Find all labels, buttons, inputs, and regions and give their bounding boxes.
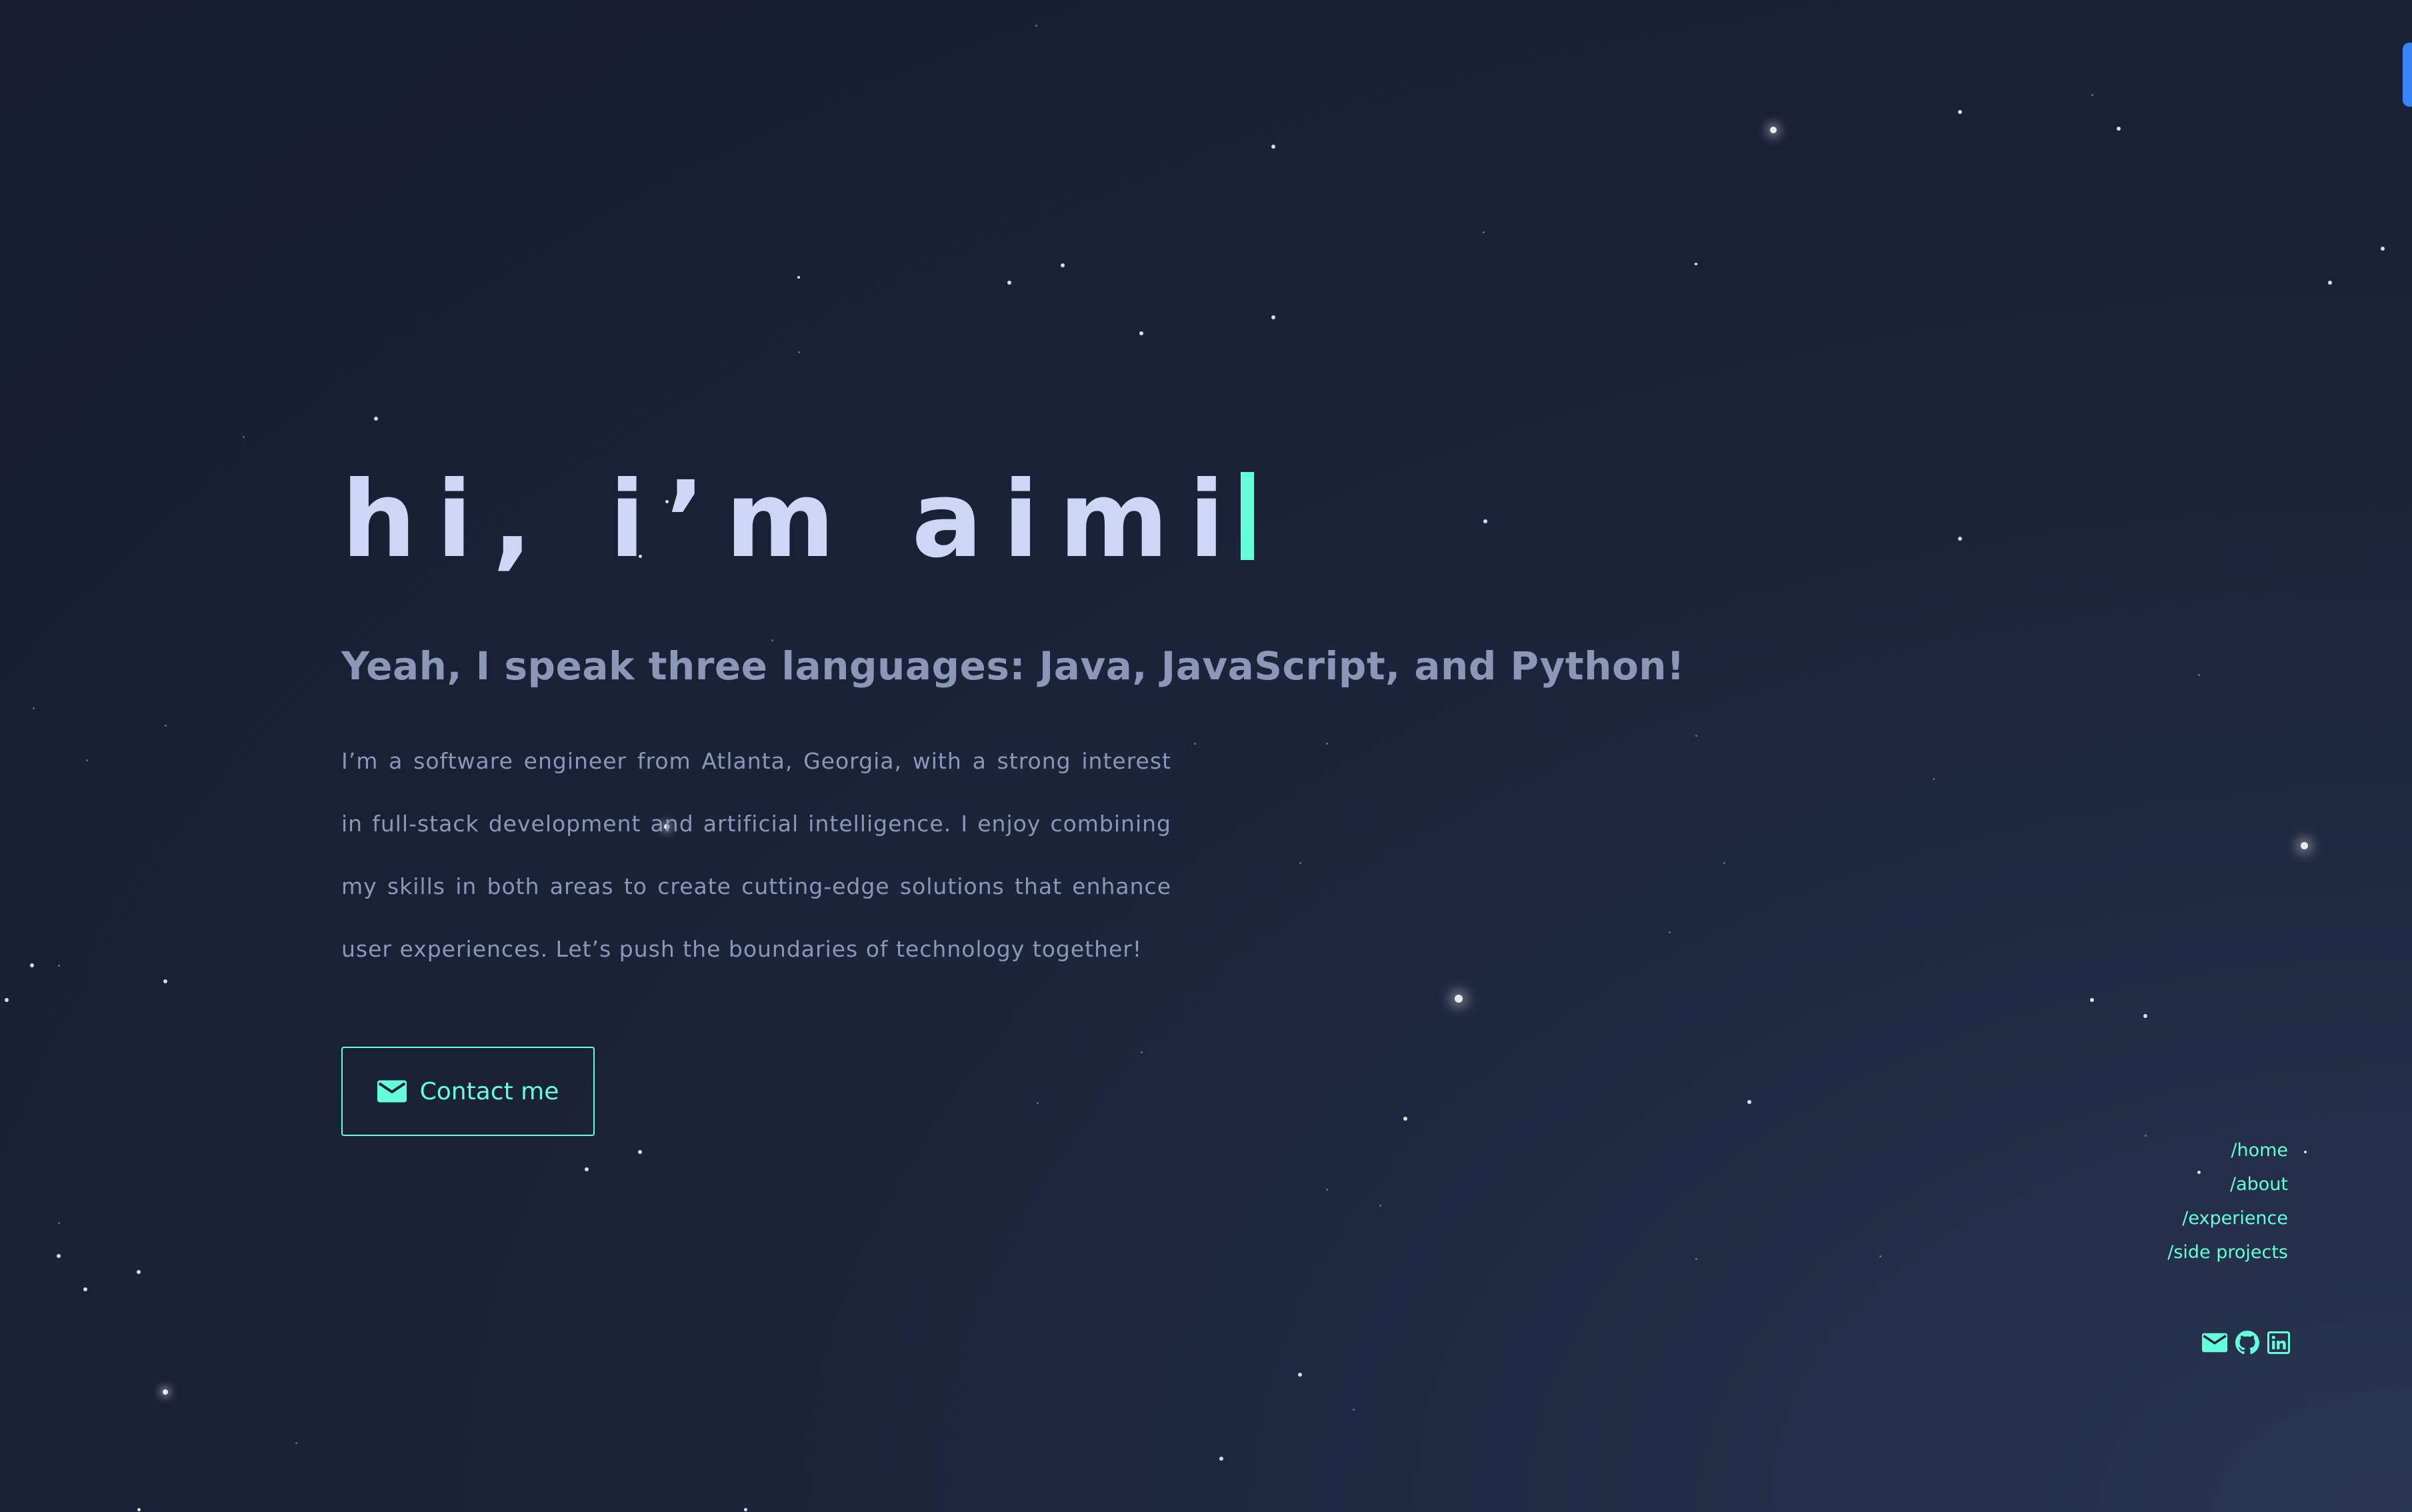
- star-dot: [57, 1254, 61, 1258]
- star-dot: [1770, 127, 1777, 133]
- hero-title-text: hi, i’m aimi: [341, 459, 1245, 581]
- star-dot: [1695, 1257, 1697, 1260]
- star-dot: [1219, 1457, 1223, 1461]
- star-dot: [1193, 742, 1196, 745]
- hero-description: I’m a software engineer from Atlanta, Ge…: [341, 748, 1171, 962]
- star-dot: [2197, 673, 2200, 676]
- star-dot: [1747, 1100, 1751, 1104]
- star-dot: [1271, 315, 1275, 319]
- star-dot: [2381, 247, 2385, 251]
- star-dot: [83, 1287, 87, 1291]
- star-dot: [137, 1507, 141, 1511]
- side-navigation: /home /about /experience /side projects: [2167, 1133, 2288, 1269]
- star-dot: [2143, 1014, 2147, 1018]
- star-dot: [1036, 1101, 1039, 1104]
- hero-subtitle: Yeah, I speak three languages: Java, Jav…: [341, 643, 1685, 689]
- star-dot: [137, 1270, 141, 1274]
- star-dot: [743, 1507, 747, 1511]
- star-dot: [163, 979, 167, 983]
- star-dot: [797, 276, 800, 279]
- star-dot: [1482, 231, 1485, 233]
- nav-link-about[interactable]: /about: [2230, 1167, 2288, 1201]
- star-dot: [1035, 24, 1037, 27]
- star-dot: [5, 998, 9, 1002]
- star-dot: [1139, 331, 1143, 335]
- star-dot: [771, 639, 773, 641]
- nav-link-home[interactable]: /home: [2231, 1133, 2288, 1167]
- star-dot: [2091, 93, 2093, 96]
- star-dot: [1932, 777, 1935, 780]
- star-dot: [2300, 841, 2308, 849]
- hero-title: hi, i’m aimi: [341, 460, 1575, 580]
- star-dot: [164, 724, 167, 727]
- nav-link-experience[interactable]: /experience: [2182, 1201, 2288, 1235]
- star-dot: [163, 1389, 168, 1395]
- star-dot: [30, 963, 34, 967]
- star-dot: [1007, 281, 1011, 285]
- corner-tab[interactable]: [2403, 43, 2412, 107]
- github-icon[interactable]: [2235, 1331, 2259, 1355]
- star-dot: [1879, 1255, 1881, 1257]
- star-dot: [57, 1221, 60, 1224]
- contact-me-label: Contact me: [419, 1077, 559, 1105]
- star-dot: [1958, 110, 1962, 114]
- mail-icon[interactable]: [2202, 1333, 2227, 1353]
- star-dot: [1299, 861, 1301, 864]
- star-dot: [1140, 1051, 1143, 1053]
- star-dot: [2090, 998, 2094, 1002]
- star-dot: [1379, 1204, 1381, 1207]
- typing-caret: [1241, 472, 1255, 560]
- star-dot: [57, 964, 60, 967]
- contact-me-button[interactable]: Contact me: [341, 1047, 595, 1136]
- star-dot: [1695, 263, 1697, 265]
- star-dot: [1298, 1373, 1302, 1377]
- star-dot: [1352, 1408, 1355, 1411]
- star-dot: [295, 1441, 297, 1444]
- star-dot: [1271, 145, 1275, 149]
- star-dot: [2117, 127, 2121, 131]
- star-dot: [1695, 734, 1697, 737]
- nav-link-side-projects[interactable]: /side projects: [2167, 1235, 2288, 1269]
- star-dot: [1723, 861, 1725, 864]
- star-dot: [85, 759, 88, 761]
- mail-icon: [377, 1080, 407, 1103]
- star-dot: [585, 1167, 589, 1171]
- star-dot: [1061, 263, 1065, 267]
- star-dot: [242, 435, 245, 438]
- star-dot: [1325, 1188, 1328, 1191]
- star-dot: [2304, 1151, 2307, 1153]
- star-dot: [32, 707, 35, 709]
- star-dot: [2144, 1134, 2147, 1137]
- star-dot: [797, 351, 800, 353]
- star-dot: [1668, 931, 1671, 933]
- hero-section: hi, i’m aimi Yeah, I speak three languag…: [341, 460, 1685, 1136]
- star-dot: [1958, 537, 1962, 541]
- linkedin-icon[interactable]: [2267, 1331, 2290, 1354]
- star-dot: [638, 1150, 642, 1154]
- star-dot: [2328, 281, 2332, 285]
- social-links: [2202, 1331, 2290, 1355]
- star-dot: [374, 417, 378, 421]
- star-dot: [1403, 1117, 1407, 1121]
- star-dot: [1325, 742, 1328, 745]
- star-dot: [1455, 995, 1463, 1003]
